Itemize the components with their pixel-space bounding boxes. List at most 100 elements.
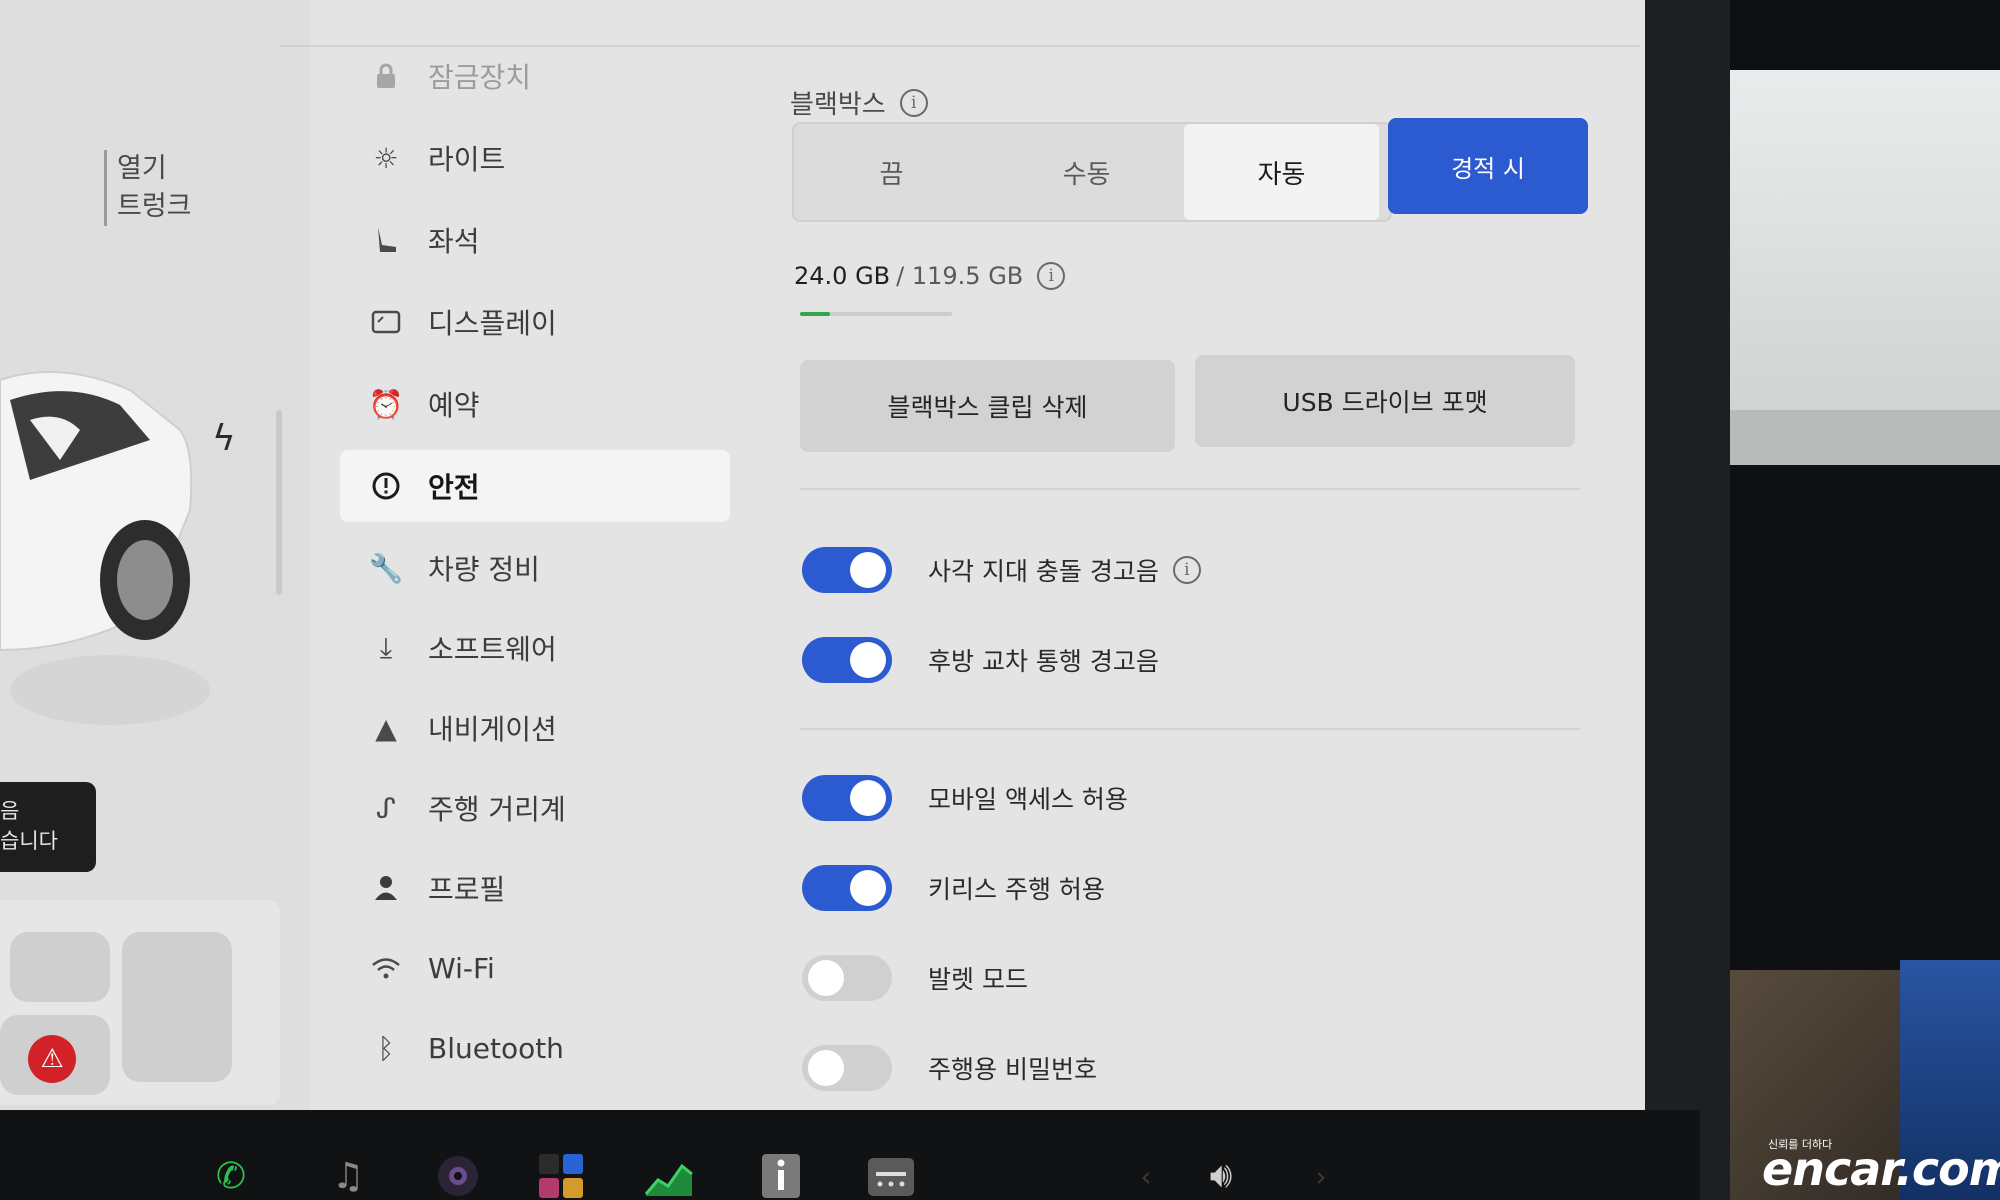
toggle-label: 주행용 비밀번호 [928, 1055, 1097, 1084]
info-icon[interactable]: i [899, 88, 928, 117]
sidebar-item-label: 디스플레이 [428, 307, 557, 340]
camera-icon[interactable] [432, 1152, 484, 1200]
dashcam-option-manual[interactable]: 수동 [989, 124, 1184, 220]
dashcam-option-honk[interactable]: 경적 시 [1388, 118, 1588, 214]
toggle-label: 후방 교차 통행 경고음 [928, 647, 1159, 676]
navigation-arrow-icon: ▲ [375, 711, 397, 745]
sidebar-item-label: 소프트웨어 [428, 633, 557, 666]
toggle-row-cross-traffic-chime: 후방 교차 통행 경고음 [802, 630, 1159, 690]
format-usb-button[interactable]: USB 드라이브 포맷 [1195, 355, 1575, 447]
dashcam-option-off[interactable]: 끔 [794, 124, 989, 220]
volume-up-chevron-icon[interactable]: › [1295, 1152, 1347, 1200]
sidebar-item-seats[interactable]: 좌석 [340, 204, 730, 276]
toggle-switch[interactable] [802, 547, 892, 593]
sidebar-item-bluetooth[interactable]: ᛒ Bluetooth [340, 1012, 730, 1084]
toggle-switch[interactable] [802, 775, 892, 821]
toggle-label: 키리스 주행 허용 [928, 875, 1105, 904]
trunk-label: 트렁크 [117, 191, 192, 222]
light-icon: ☼ [373, 141, 399, 175]
safety-settings-panel: 블랙박스 i 끔 수동 자동 경적 시 24.0 GB / 119.5 GB i… [780, 0, 1640, 1110]
toggle-row-valet-mode: 발렛 모드 [802, 948, 1028, 1008]
storage-used: 24.0 GB [794, 262, 891, 290]
sidebar-item-lights[interactable]: ☼ 라이트 [340, 122, 730, 194]
seatbelt-warning-icon: ⚠ [28, 1035, 76, 1083]
dashcam-option-auto[interactable]: 자동 [1184, 124, 1379, 220]
dashcam-mode-selector: 끔 수동 자동 [792, 122, 1392, 222]
storage-total: / 119.5 GB [896, 262, 1024, 290]
sidebar-item-label: Bluetooth [428, 1031, 564, 1065]
toggle-row-blindspot-chime: 사각 지대 충돌 경고음 i [802, 540, 1201, 600]
phone-icon[interactable]: ✆ [205, 1152, 257, 1200]
music-icon[interactable]: ♫ [322, 1152, 374, 1200]
bluetooth-icon: ᛒ [377, 1031, 395, 1065]
person-icon [362, 875, 410, 901]
sidebar-item-software[interactable]: ⤓ 소프트웨어 [340, 612, 730, 684]
notice-line-2: 습니다 [0, 829, 58, 853]
storage-progress-fill [800, 312, 831, 316]
sidebar-item-wifi[interactable]: Wi-Fi [340, 932, 730, 1004]
seat-icon [362, 225, 410, 255]
sidebar-item-service[interactable]: 🔧 차량 정비 [340, 532, 730, 604]
manual-info-icon[interactable] [755, 1152, 807, 1200]
toggle-label: 발렛 모드 [928, 965, 1028, 994]
dashcam-title-text: 블랙박스 [790, 90, 886, 120]
section-divider [800, 728, 1580, 730]
sidebar-item-navigation[interactable]: ▲ 내비게이션 [340, 692, 730, 764]
info-icon[interactable]: i [1172, 556, 1201, 584]
sidebar-item-label: 예약 [428, 389, 480, 422]
touchscreen: 열기 트렁크 ϟ 음 습니다 ⚠ 잠금장치 ☼ 라이트 좌석 디스플레이 ⏰ 예… [0, 0, 1645, 1110]
notice-line-1: 음 [0, 799, 20, 823]
seat-front [10, 932, 110, 1002]
toggle-row-pin-to-drive: 주행용 비밀번호 [802, 1038, 1097, 1098]
section-divider [800, 488, 1580, 490]
seat-rear [122, 932, 232, 1082]
toggle-row-mobile-access: 모바일 액세스 허용 [802, 768, 1128, 828]
sidebar-item-trips[interactable]: ᔑ 주행 거리계 [340, 772, 730, 844]
sidebar-item-label: 차량 정비 [428, 553, 540, 586]
sidebar-item-locks[interactable]: 잠금장치 [340, 40, 730, 112]
sidebar-item-safety[interactable]: 안전 [340, 450, 730, 522]
display-icon [362, 310, 410, 334]
toggle-label: 모바일 액세스 허용 [928, 785, 1128, 814]
trip-icon: ᔑ [376, 791, 396, 825]
dashcam-section-title: 블랙박스 i [790, 84, 928, 121]
settings-sidebar: 잠금장치 ☼ 라이트 좌석 디스플레이 ⏰ 예약 안전 🔧 차량 정비 ⤓ 소프… [310, 0, 740, 1110]
charge-port-icon[interactable]: ϟ [212, 418, 236, 459]
toggle-row-keyless-driving: 키리스 주행 허용 [802, 858, 1105, 918]
toggle-switch[interactable] [802, 1045, 892, 1091]
download-icon: ⤓ [379, 631, 393, 664]
sidebar-item-label: Wi-Fi [428, 951, 495, 985]
sidebar-item-label: 주행 거리계 [428, 793, 566, 826]
notice-popup: 음 습니다 [0, 782, 96, 872]
car-model-image [0, 371, 210, 725]
background-window [1730, 70, 2000, 410]
background-wall [1730, 410, 2000, 465]
watermark-brand: encar.com [1762, 1142, 2000, 1196]
alert-circle-icon [362, 471, 410, 501]
sidebar-item-label: 내비게이션 [428, 713, 557, 746]
sidebar-item-display[interactable]: 디스플레이 [340, 286, 730, 358]
volume-down-chevron-icon[interactable]: ‹ [1120, 1152, 1172, 1200]
sidebar-item-label: 좌석 [428, 225, 480, 258]
sidebar-item-label: 안전 [428, 471, 480, 504]
sidebar-item-label: 잠금장치 [428, 61, 532, 94]
energy-chart-icon[interactable] [643, 1152, 695, 1200]
lock-icon [362, 63, 410, 89]
screen-bezel [1640, 0, 1730, 1200]
info-icon[interactable]: i [1037, 262, 1066, 290]
sidebar-item-schedule[interactable]: ⏰ 예약 [340, 368, 730, 440]
delete-clips-button[interactable]: 블랙박스 클립 삭제 [800, 360, 1175, 452]
app-launcher-icon[interactable] [535, 1152, 587, 1200]
volume-icon[interactable]: 🔊︎ [1195, 1152, 1247, 1200]
panel-scroll-indicator [276, 410, 282, 595]
alarm-clock-icon: ⏰ [368, 387, 404, 421]
open-label: 열기 [117, 153, 167, 184]
storage-progress-bar [800, 312, 952, 316]
toggle-switch[interactable] [802, 865, 892, 911]
sidebar-item-profiles[interactable]: 프로필 [340, 852, 730, 924]
toggle-switch[interactable] [802, 637, 892, 683]
sidebar-item-label: 프로필 [428, 873, 506, 906]
toggle-switch[interactable] [802, 955, 892, 1001]
trunk-open-control[interactable]: 열기 트렁크 [104, 150, 224, 226]
toybox-icon[interactable] [865, 1152, 917, 1200]
